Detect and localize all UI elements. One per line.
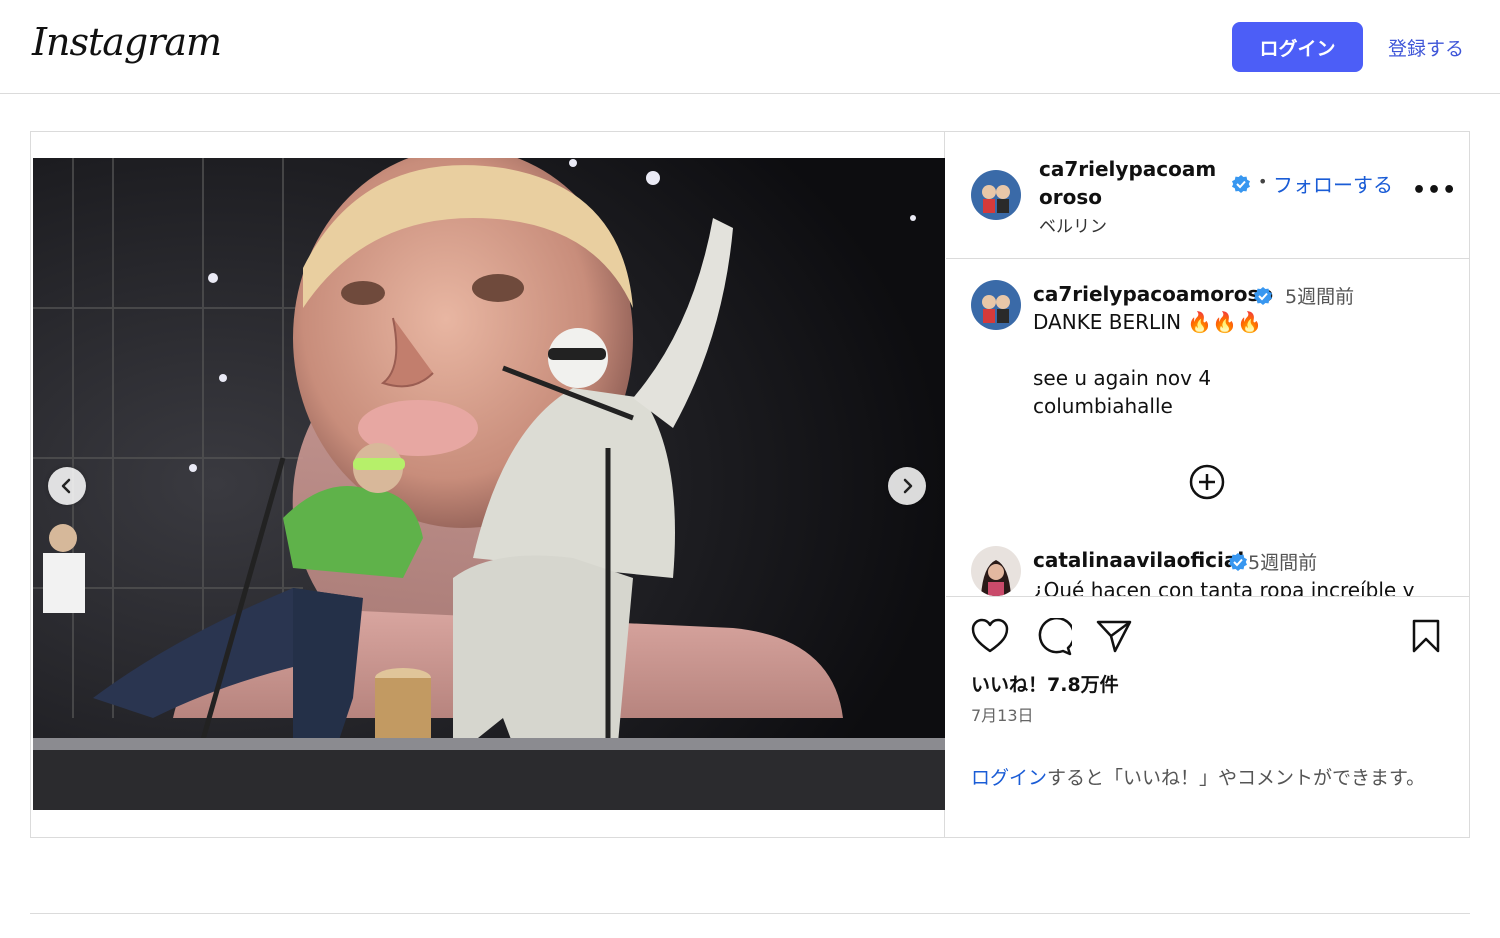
chevron-right-icon [903, 478, 913, 494]
concert-photo [33, 158, 945, 810]
verified-badge-icon [1232, 175, 1250, 193]
commenter-avatar[interactable] [971, 546, 1021, 596]
carousel-next-button[interactable] [888, 467, 926, 505]
avatar-image [971, 546, 1021, 596]
post-media [31, 132, 945, 837]
post-header: ca7rielypacoamoroso • フォローする ••• ベルリン [946, 132, 1469, 259]
caption-time: 5週間前 [1285, 286, 1355, 308]
comment-icon[interactable] [1034, 618, 1072, 656]
caption-avatar[interactable] [971, 280, 1021, 330]
comment-username[interactable]: catalinaavilaoficial [1033, 548, 1244, 572]
author-username[interactable]: ca7rielypacoamoroso [1039, 155, 1229, 211]
post-sidebar: ca7rielypacoamoroso • フォローする ••• ベルリン ca… [946, 132, 1469, 837]
post-photo[interactable] [33, 158, 945, 810]
login-prompt: ログインすると「いいね！」やコメントができます。 [971, 764, 1431, 792]
follow-button[interactable]: フォローする [1273, 169, 1393, 198]
caption-username[interactable]: ca7rielypacoamoroso [1033, 282, 1273, 306]
post-card: ca7rielypacoamoroso • フォローする ••• ベルリン ca… [30, 131, 1470, 838]
author-avatar[interactable] [971, 170, 1021, 220]
post-date: 7月13日 [971, 706, 1034, 725]
verified-badge-icon [1229, 553, 1247, 571]
add-circle-icon[interactable] [1187, 462, 1227, 502]
top-navigation: Instagram ログイン 登録する [0, 0, 1500, 94]
instagram-logo[interactable]: Instagram [32, 20, 222, 64]
post-actions: いいね！7.8万件 7月13日 ログインすると「いいね！」やコメントができます。 [946, 598, 1469, 838]
login-prompt-text: すると「いいね！」やコメントができます。 [1047, 767, 1426, 789]
separator-dot: • [1258, 172, 1268, 191]
carousel-prev-button[interactable] [48, 467, 86, 505]
more-icon[interactable]: ••• [1412, 178, 1457, 203]
avatar-image [971, 280, 1021, 330]
heart-icon[interactable] [971, 618, 1009, 654]
caption-text: DANKE BERLIN 🔥🔥🔥 see u again nov 4 colum… [1033, 310, 1263, 418]
comment-text: ¿Qué hacen con tanta ropa increíble y [1033, 578, 1415, 597]
comments-section[interactable]: ca7rielypacoamoroso 5週間前 DANKE BERLIN 🔥🔥… [946, 260, 1469, 597]
post-location[interactable]: ベルリン [1039, 212, 1107, 237]
comment-time: 5週間前 [1248, 552, 1318, 574]
avatar-image [971, 170, 1021, 220]
signup-link[interactable]: 登録する [1388, 34, 1464, 61]
footer-divider [30, 913, 1470, 914]
chevron-left-icon [61, 478, 71, 494]
share-icon[interactable] [1096, 618, 1132, 654]
verified-badge-icon [1254, 287, 1272, 305]
login-button[interactable]: ログイン [1232, 22, 1363, 72]
login-prompt-link[interactable]: ログイン [971, 767, 1047, 789]
bookmark-icon[interactable] [1411, 618, 1441, 654]
likes-count[interactable]: いいね！7.8万件 [971, 670, 1119, 697]
